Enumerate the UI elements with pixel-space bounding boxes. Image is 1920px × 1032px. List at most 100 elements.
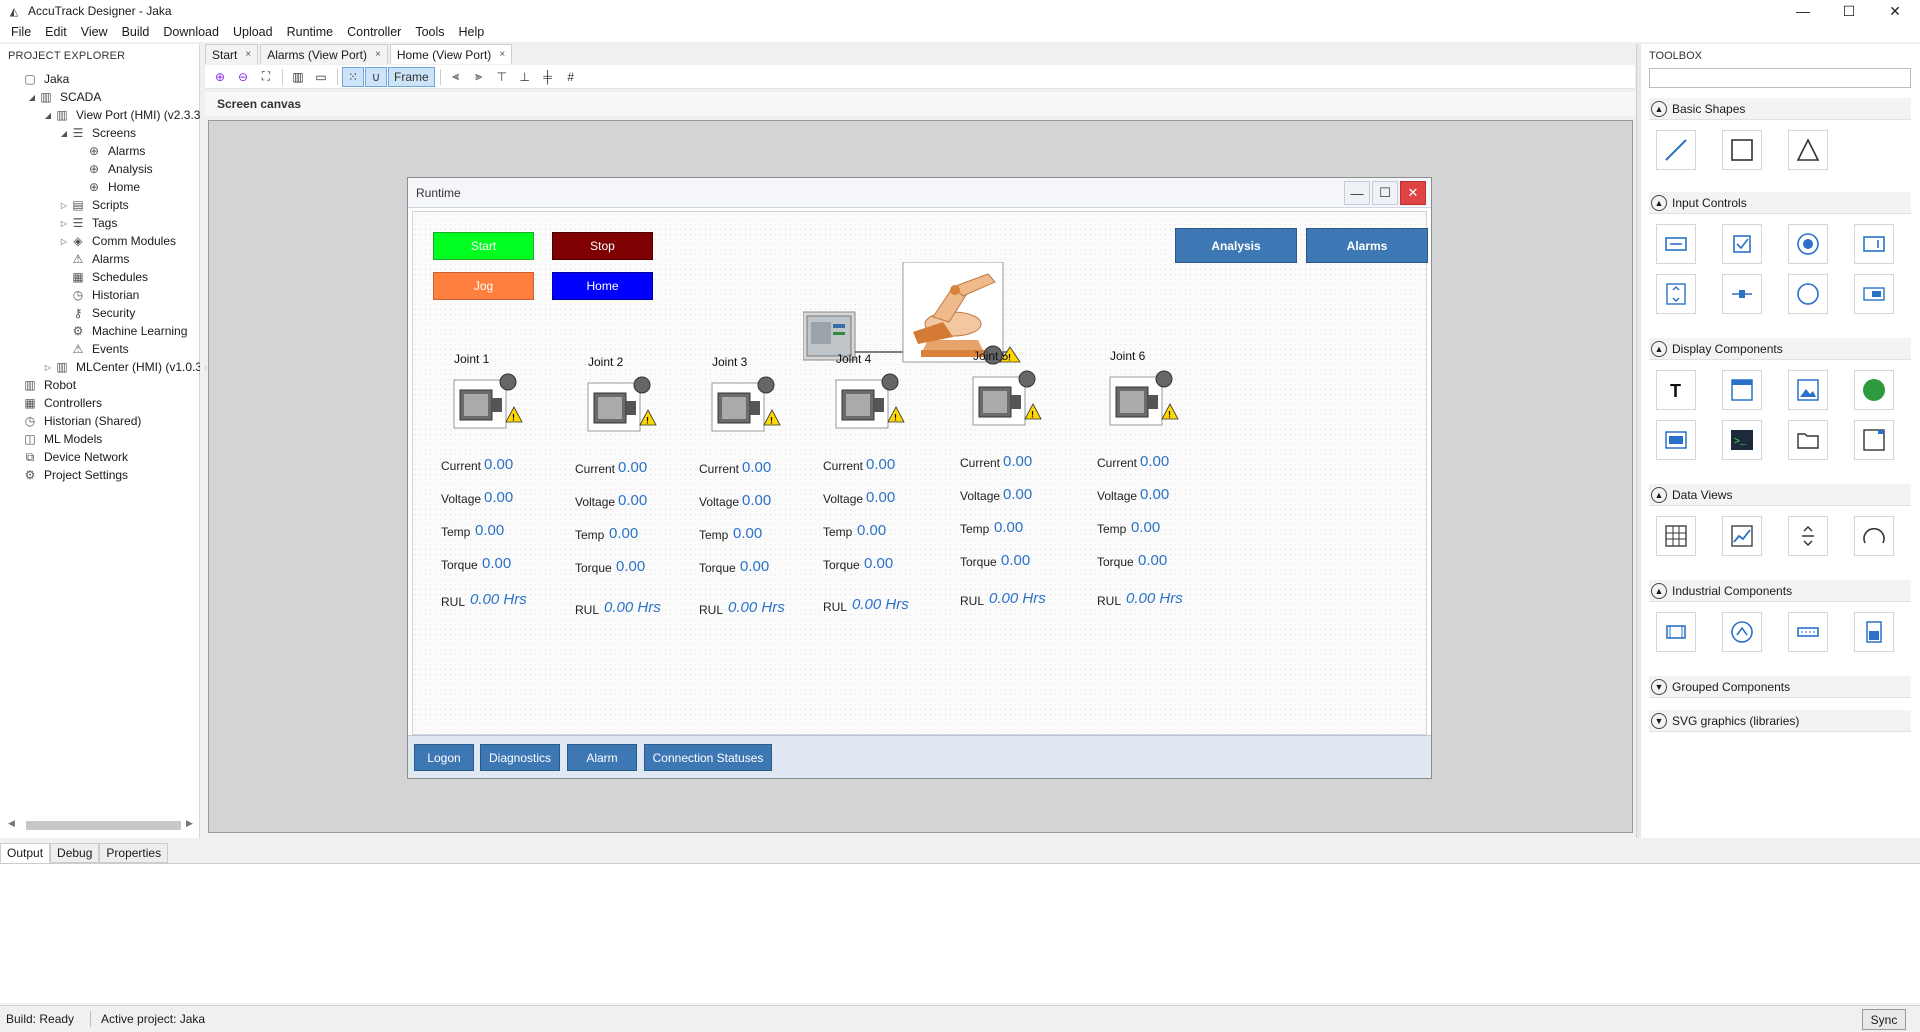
toolbox-search-input[interactable]	[1649, 68, 1911, 88]
collapse-icon[interactable]: ▲	[1651, 340, 1667, 357]
radio-tool[interactable]	[1788, 224, 1828, 264]
table-tool[interactable]	[1656, 516, 1696, 556]
close-button[interactable]: ✕	[1872, 0, 1918, 22]
fit-to-screen-icon[interactable]: ⛶	[255, 67, 277, 87]
collapse-icon[interactable]: ▲	[1651, 486, 1667, 503]
tree-item[interactable]: ◫ ML Models	[10, 430, 102, 448]
split-view-icon[interactable]: ▭	[310, 67, 332, 87]
snap-magnet-icon[interactable]: ∪	[365, 66, 387, 87]
tree-item[interactable]: ⚙ Machine Learning	[58, 322, 188, 340]
collapse-icon[interactable]: ▲	[1651, 194, 1667, 211]
align-center-icon[interactable]: ╪	[537, 67, 559, 87]
zoom-in-icon[interactable]: ⊕	[209, 67, 231, 87]
explorer-hscrollbar[interactable]: ◀ ▶	[8, 818, 193, 832]
tree-item[interactable]: ◷ Historian	[58, 286, 140, 304]
slider-tool[interactable]	[1722, 274, 1762, 314]
minimize-button[interactable]: —	[1780, 0, 1826, 22]
tab-output[interactable]: Output	[0, 843, 51, 863]
panel-tool[interactable]	[1722, 370, 1762, 410]
runtime-maximize-icon[interactable]: ☐	[1372, 181, 1398, 205]
menu-controller[interactable]: Controller	[340, 25, 408, 39]
textbox-tool[interactable]	[1854, 224, 1894, 264]
menu-runtime[interactable]: Runtime	[280, 25, 341, 39]
runtime-close-icon[interactable]: ✕	[1400, 181, 1426, 205]
section-grouped-components[interactable]: ▼ Grouped Components	[1649, 676, 1911, 698]
frame-toggle-button[interactable]: Frame	[388, 66, 435, 87]
expand-arrow-icon[interactable]: ▷	[58, 201, 70, 210]
tank-tool[interactable]	[1656, 612, 1696, 652]
tree-item[interactable]: ▷ ▥ MLCenter (HMI) (v1.0.3)	[42, 358, 206, 376]
menu-upload[interactable]: Upload	[226, 25, 280, 39]
text-tool[interactable]: T	[1656, 370, 1696, 410]
pipe-tool[interactable]	[1788, 612, 1828, 652]
tree-item[interactable]: ⚷ Security	[58, 304, 136, 322]
sync-button[interactable]: Sync	[1862, 1009, 1906, 1030]
tree-item[interactable]: ◷ Historian (Shared)	[10, 412, 142, 430]
trend-chart-tool[interactable]	[1722, 516, 1762, 556]
home-button[interactable]: Home	[552, 272, 653, 300]
label-box-tool[interactable]	[1656, 420, 1696, 460]
runtime-window[interactable]: Runtime — ☐ ✕ Start Stop Jog Home Analys…	[407, 177, 1432, 779]
alarm-button[interactable]: Alarm	[567, 744, 637, 771]
expand-icon[interactable]: ▼	[1651, 678, 1667, 695]
tab-start[interactable]: Start ×	[205, 44, 259, 64]
scroll-right-icon[interactable]: ▶	[186, 818, 193, 829]
collapse-arrow-icon[interactable]: ◢	[42, 111, 54, 120]
tree-item[interactable]: ◢ ▥ View Port (HMI) (v2.3.3)	[42, 106, 205, 124]
dial-tool[interactable]	[1722, 612, 1762, 652]
spinner-tool[interactable]	[1656, 274, 1696, 314]
scroll-left-icon[interactable]: ◀	[8, 818, 15, 829]
line-tool[interactable]	[1656, 130, 1696, 170]
expand-arrow-icon[interactable]: ▷	[58, 237, 70, 246]
menu-file[interactable]: File	[4, 25, 38, 39]
tree-item[interactable]: ◢ ▥ SCADA	[26, 88, 101, 106]
tree-item[interactable]: ⊕ Analysis	[74, 160, 153, 178]
tree-item[interactable]: ⊕ Home	[74, 178, 140, 196]
runtime-minimize-icon[interactable]: —	[1344, 181, 1370, 205]
section-svg-graphics[interactable]: ▼ SVG graphics (libraries)	[1649, 710, 1911, 732]
grid-toggle-icon[interactable]: ⁙	[342, 66, 364, 87]
frame-tool[interactable]	[1854, 420, 1894, 460]
triangle-tool[interactable]	[1788, 130, 1828, 170]
expand-icon[interactable]: ▼	[1651, 712, 1667, 729]
tree-item[interactable]: ▷ ◈ Comm Modules	[58, 232, 176, 250]
knob-tool[interactable]	[1788, 274, 1828, 314]
menu-edit[interactable]: Edit	[38, 25, 74, 39]
tab-properties[interactable]: Properties	[99, 843, 169, 863]
diagnostics-button[interactable]: Diagnostics	[480, 744, 560, 771]
tree-item[interactable]: ▷ ▤ Scripts	[58, 196, 129, 214]
scroll-view-tool[interactable]	[1788, 516, 1828, 556]
columns-icon[interactable]: ▥	[287, 67, 309, 87]
tree-item[interactable]: ▢ Jaka	[10, 70, 69, 88]
tab-home-view-port[interactable]: Home (View Port) ×	[389, 44, 513, 64]
stop-button[interactable]: Stop	[552, 232, 653, 260]
section-input-controls[interactable]: ▲ Input Controls	[1649, 192, 1911, 214]
tree-item[interactable]: ▦ Controllers	[10, 394, 102, 412]
collapse-icon[interactable]: ▲	[1651, 100, 1667, 117]
menu-build[interactable]: Build	[115, 25, 157, 39]
checkbox-tool[interactable]	[1722, 224, 1762, 264]
tree-item[interactable]: ▦ Schedules	[58, 268, 148, 286]
section-industrial-components[interactable]: ▲ Industrial Components	[1649, 580, 1911, 602]
align-bottom-icon[interactable]: ⊥	[514, 67, 536, 87]
expand-arrow-icon[interactable]: ▷	[58, 219, 70, 228]
maximize-button[interactable]: ☐	[1826, 0, 1872, 22]
tree-item[interactable]: ⊕ Alarms	[74, 142, 145, 160]
explorer-splitter[interactable]	[200, 44, 205, 838]
zoom-out-icon[interactable]: ⊖	[232, 67, 254, 87]
analysis-button[interactable]: Analysis	[1175, 228, 1297, 263]
align-top-icon[interactable]: ⊤	[491, 67, 513, 87]
alarms-button[interactable]: Alarms	[1306, 228, 1428, 263]
tree-item[interactable]: ◢ ☰ Screens	[58, 124, 136, 142]
folder-tool[interactable]	[1788, 420, 1828, 460]
scroll-thumb[interactable]	[26, 821, 181, 830]
menu-download[interactable]: Download	[156, 25, 226, 39]
jog-button[interactable]: Jog	[433, 272, 534, 300]
collapse-arrow-icon[interactable]: ◢	[26, 93, 38, 102]
tab-close-icon[interactable]: ×	[499, 49, 505, 60]
runtime-title-bar[interactable]: Runtime — ☐ ✕	[408, 178, 1431, 208]
tree-item[interactable]: ⚠ Alarms	[58, 250, 130, 268]
rectangle-tool[interactable]	[1722, 130, 1762, 170]
button-tool[interactable]	[1656, 224, 1696, 264]
align-right-icon[interactable]: ⫸	[468, 67, 490, 87]
